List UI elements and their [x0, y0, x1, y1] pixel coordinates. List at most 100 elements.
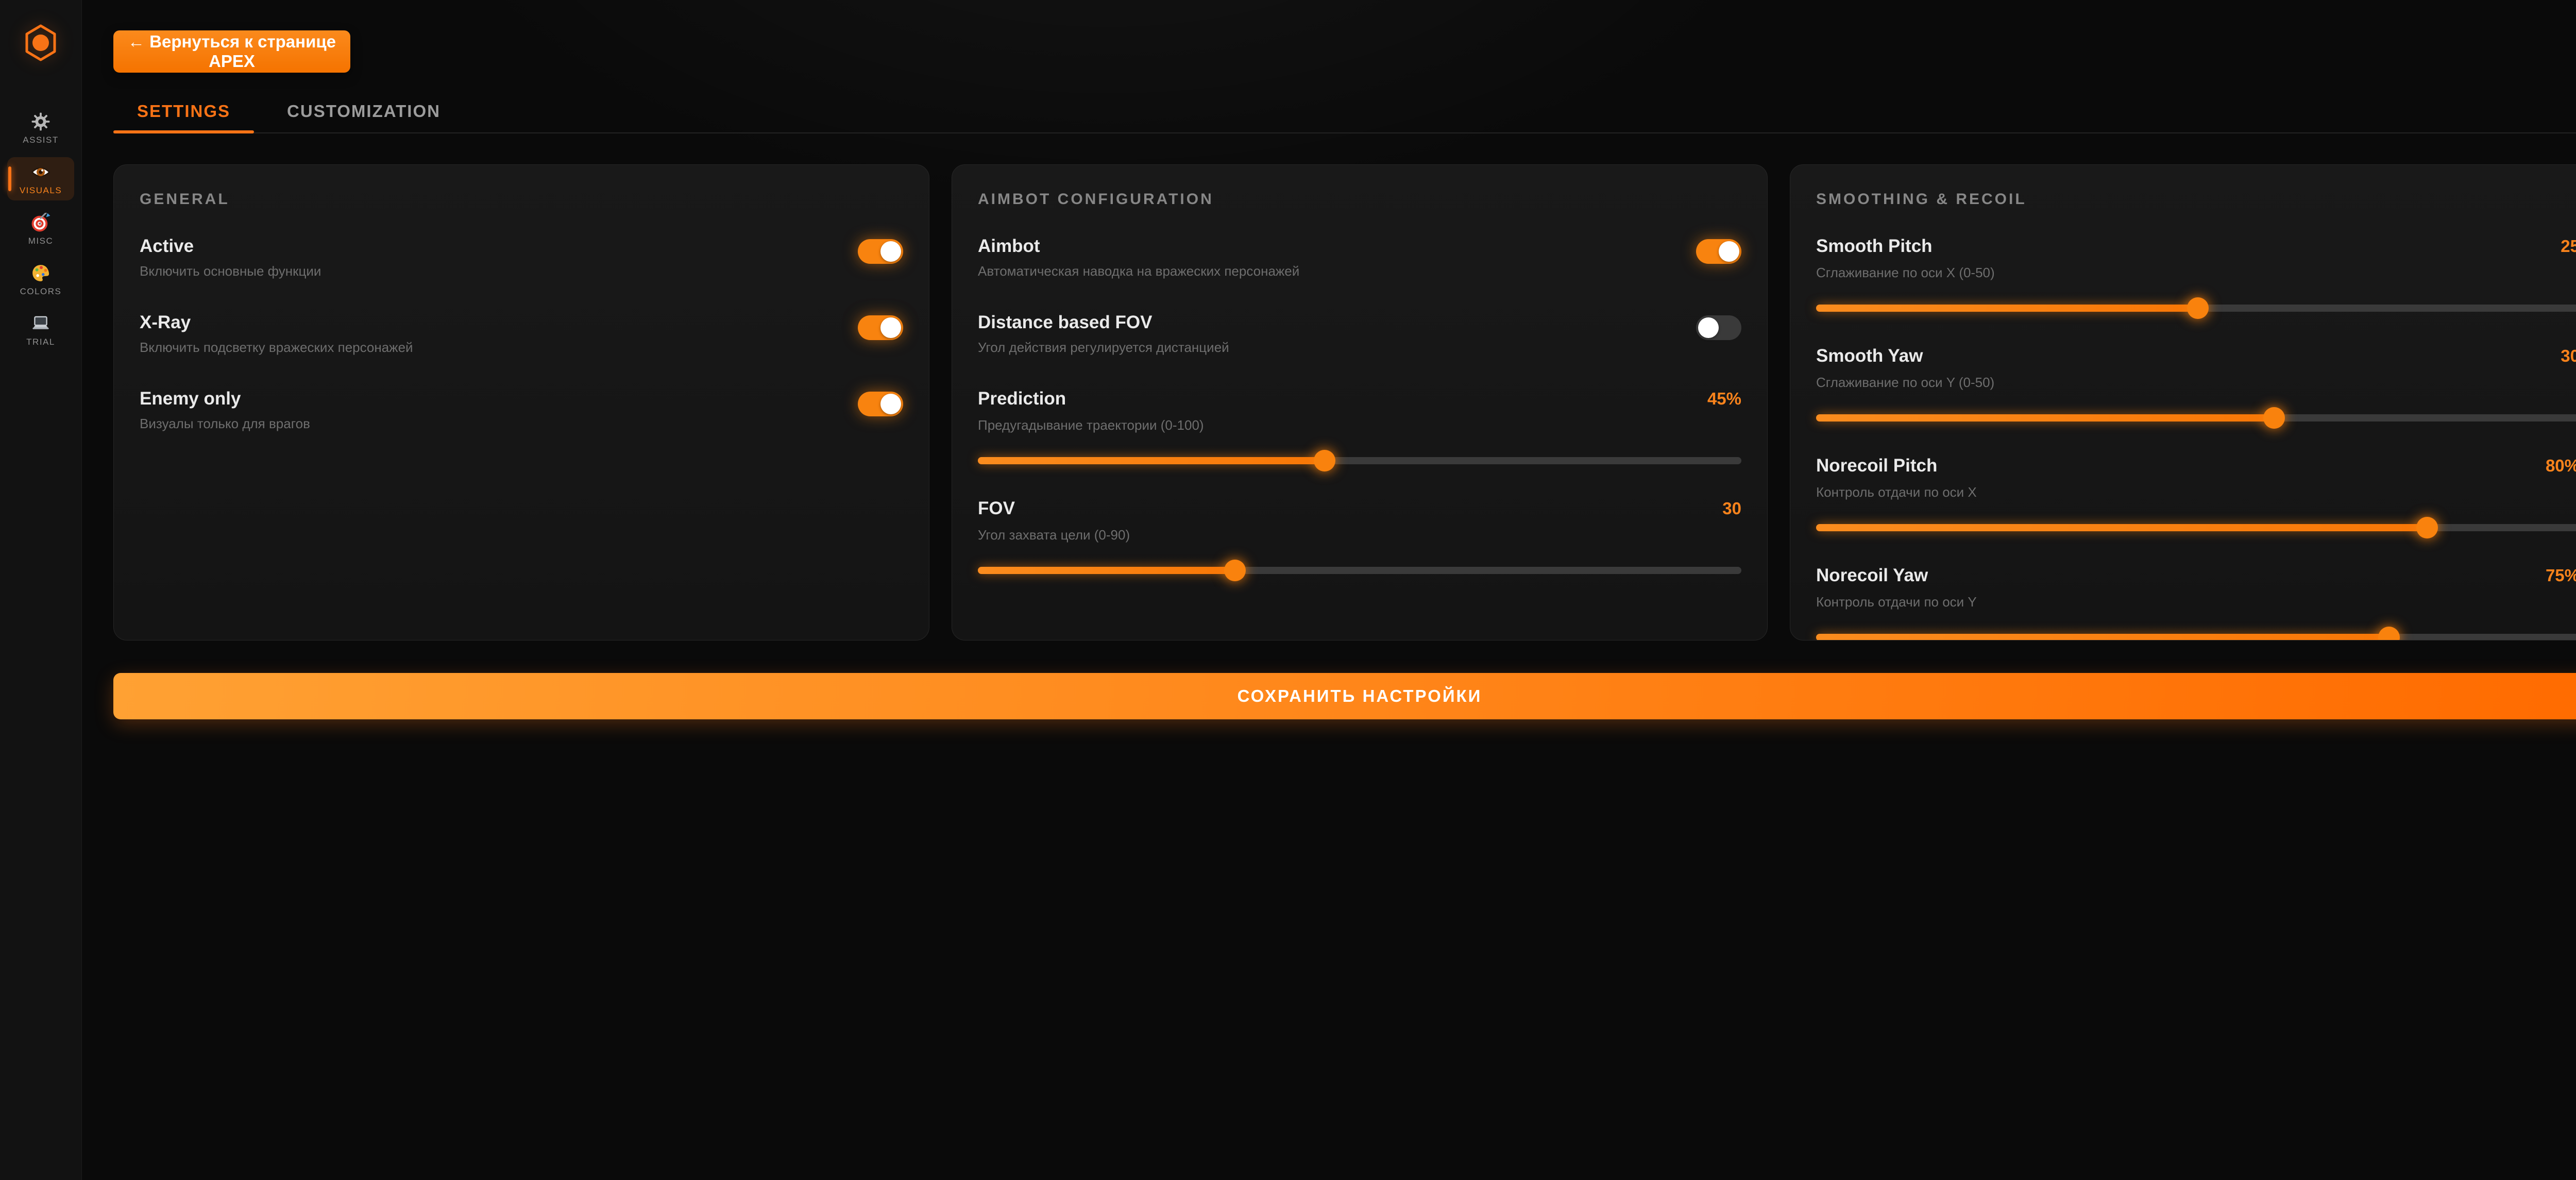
toggle-aimbot[interactable] — [1696, 239, 1741, 264]
tab-settings[interactable]: SETTINGS — [113, 90, 254, 132]
toggle-active[interactable] — [858, 239, 903, 264]
sidebar-nav: ASSIST VISUALS MISC COLORS TRIAL — [7, 107, 74, 352]
tab-bar: SETTINGSCUSTOMIZATION — [113, 90, 2576, 133]
setting-row-norecoil-yaw: Norecoil Yaw75% Контроль отдачи по оси Y — [1816, 565, 2576, 640]
toggle-enemy-only[interactable] — [858, 392, 903, 416]
setting-description: Включить подсветку вражеских персонажей — [140, 340, 413, 356]
slider-fill — [978, 457, 1325, 464]
slider-thumb-prediction[interactable] — [1314, 450, 1335, 471]
setting-description: Сглаживание по оси X (0-50) — [1816, 265, 2576, 281]
slider-thumb-norecoil-yaw[interactable] — [2378, 627, 2400, 640]
toggle-distance-based-fov[interactable] — [1696, 315, 1741, 340]
panel-title: GENERAL — [140, 191, 903, 208]
setting-label: Distance based FOV — [978, 312, 1229, 333]
setting-label: Smooth Pitch — [1816, 236, 1933, 257]
slider-value: 30 — [1722, 499, 1741, 518]
toggle-knob — [880, 241, 901, 262]
setting-row-norecoil-pitch: Norecoil Pitch 80% Контроль отдачи по оси … — [1816, 456, 2576, 531]
setting-description: Контроль отдачи по оси X — [1816, 484, 2576, 500]
sidebar-item-visuals[interactable]: VISUALS — [7, 157, 74, 200]
slider-thumb-norecoil-pitch[interactable] — [2416, 517, 2438, 538]
sidebar-item-label: MISC — [28, 236, 54, 246]
setting-label: Norecoil Yaw — [1816, 565, 1928, 586]
slider-track-prediction[interactable] — [978, 457, 1741, 464]
setting-info: Aimbot Автоматическая наводка на вражески… — [978, 236, 1299, 279]
slider-value: 80% — [2546, 456, 2576, 476]
slider-head: Norecoil Yaw75% — [1816, 565, 2576, 586]
sidebar-item-label: TRIAL — [26, 337, 55, 347]
app-logo-hexagon-icon — [24, 24, 57, 64]
toggle-knob — [880, 317, 901, 338]
slider-fill — [1816, 634, 2389, 640]
sidebar-item-colors[interactable]: COLORS — [7, 258, 74, 301]
slider-head: Norecoil Pitch 80% — [1816, 456, 2576, 476]
slider-fill — [1816, 524, 2427, 531]
slider-head: Prediction 45% — [978, 389, 1741, 409]
eye-icon — [31, 162, 50, 182]
panel-title: AIMBOT CONFIGURATION — [978, 191, 1741, 208]
main-content: ← Вернуться к странице APEX SETTINGSCUST… — [82, 0, 2576, 1180]
setting-description: Угол захвата цели (0-90) — [978, 527, 1741, 543]
back-button[interactable]: ← Вернуться к странице APEX — [113, 30, 350, 73]
panel-general: GENERAL Active Включить основные функции X-… — [113, 164, 929, 640]
slider-thumb-fov[interactable] — [1224, 560, 1246, 581]
setting-row-enemy-only: Enemy only Визуалы только для врагов — [140, 389, 903, 432]
slider-track-norecoil-pitch[interactable] — [1816, 524, 2576, 531]
setting-row-distance-based-fov: Distance based FOVУгол действия регулиру… — [978, 312, 1741, 356]
slider-track-smooth-pitch[interactable] — [1816, 305, 2576, 312]
sidebar-item-label: COLORS — [20, 286, 62, 297]
setting-row-smooth-pitch: Smooth Pitch 25 Сглаживание по оси X (0-50… — [1816, 236, 2576, 312]
toggle-knob — [1698, 317, 1719, 338]
setting-description: Сглаживание по оси Y (0-50) — [1816, 375, 2576, 391]
setting-info: X-Ray Включить подсветку вражеских персон… — [140, 312, 413, 356]
slider-head: FOV 30 — [978, 498, 1741, 519]
slider-thumb-smooth-yaw[interactable] — [2263, 407, 2285, 429]
sidebar-item-misc[interactable]: MISC — [7, 208, 74, 251]
setting-label: FOV — [978, 498, 1015, 519]
setting-label: Norecoil Pitch — [1816, 456, 1937, 476]
setting-row-x-ray: X-Ray Включить подсветку вражеских персон… — [140, 312, 903, 356]
setting-label: Aimbot — [978, 236, 1299, 257]
slider-value: 45% — [1707, 389, 1741, 409]
sidebar: ASSIST VISUALS MISC COLORS TRIAL — [0, 0, 82, 1180]
setting-row-fov: FOV 30 Угол захвата цели (0-90) — [978, 498, 1741, 574]
toggle-x-ray[interactable] — [858, 315, 903, 340]
slider-track-smooth-yaw[interactable] — [1816, 414, 2576, 422]
setting-description: Автоматическая наводка на вражеских перс… — [978, 263, 1299, 279]
setting-row-smooth-yaw: Smooth Yaw 30 Сглаживание по оси Y (0-50) — [1816, 346, 2576, 422]
slider-fill — [1816, 305, 2198, 312]
slider-value: 25 — [2561, 237, 2576, 256]
setting-label: Smooth Yaw — [1816, 346, 1923, 366]
tab-customization[interactable]: CUSTOMIZATION — [263, 90, 464, 132]
target-icon — [31, 213, 50, 232]
slider-track-norecoil-yaw[interactable] — [1816, 634, 2576, 640]
setting-row-active: Active Включить основные функции — [140, 236, 903, 279]
sidebar-item-assist[interactable]: ASSIST — [7, 107, 74, 150]
setting-description: Визуалы только для врагов — [140, 416, 310, 432]
laptop-icon — [31, 314, 50, 333]
setting-row-aimbot: Aimbot Автоматическая наводка на вражески… — [978, 236, 1741, 279]
setting-info: Distance based FOVУгол действия регулиру… — [978, 312, 1229, 356]
setting-label: Enemy only — [140, 389, 310, 409]
save-settings-button[interactable]: СОХРАНИТЬ НАСТРОЙКИ — [113, 673, 2576, 719]
slider-head: Smooth Pitch 25 — [1816, 236, 2576, 257]
sidebar-item-label: VISUALS — [20, 186, 62, 196]
palette-icon — [31, 263, 50, 283]
slider-value: 30 — [2561, 346, 2576, 366]
setting-label: X-Ray — [140, 312, 413, 333]
setting-description: Включить основные функции — [140, 263, 321, 279]
setting-label: Active — [140, 236, 321, 257]
panel-aimbot-configuration: AIMBOT CONFIGURATION Aimbot Автоматическая… — [952, 164, 1768, 640]
setting-description: Предугадывание траектории (0-100) — [978, 417, 1741, 433]
slider-fill — [1816, 414, 2274, 422]
setting-info: Active Включить основные функции — [140, 236, 321, 279]
setting-description: Контроль отдачи по оси Y — [1816, 594, 2576, 610]
slider-track-fov[interactable] — [978, 567, 1741, 574]
toggle-knob — [1719, 241, 1739, 262]
sidebar-item-trial[interactable]: TRIAL — [7, 309, 74, 352]
panel-title: SMOOTHING & RECOIL — [1816, 191, 2576, 208]
slider-thumb-smooth-pitch[interactable] — [2187, 297, 2209, 319]
slider-head: Smooth Yaw 30 — [1816, 346, 2576, 366]
setting-label: Prediction — [978, 389, 1066, 409]
toggle-knob — [880, 394, 901, 414]
